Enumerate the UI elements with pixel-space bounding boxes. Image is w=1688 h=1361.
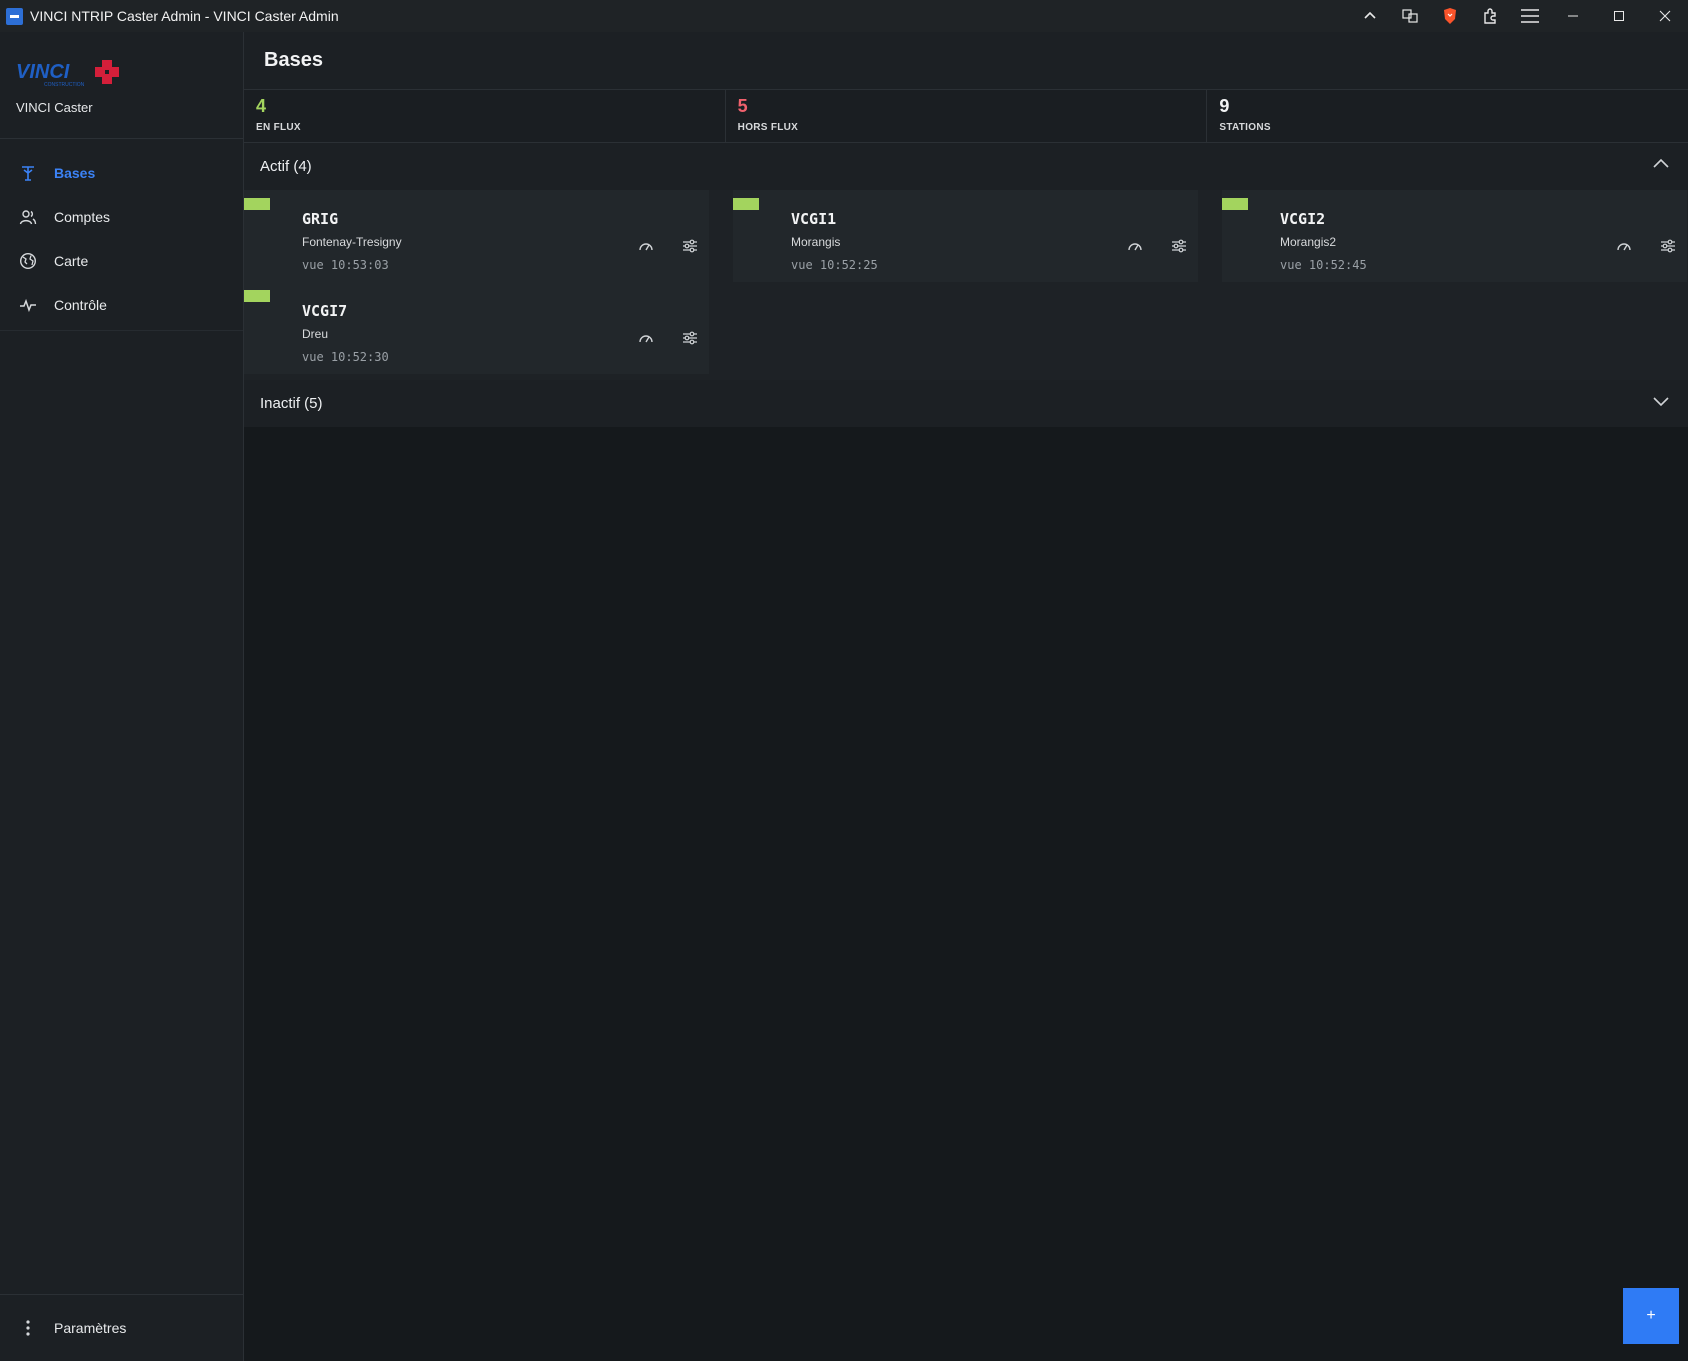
- tune-icon[interactable]: [1169, 236, 1189, 256]
- card-placeholder: [1222, 282, 1687, 374]
- brand: VINCI CONSTRUCTION VINCI Caster: [0, 32, 243, 139]
- sidebar-item-bases[interactable]: Bases: [0, 151, 243, 195]
- stats-bar: 4 EN FLUX 5 HORS FLUX 9 STATIONS: [244, 90, 1688, 143]
- sidebar-item-label: Carte: [54, 253, 89, 269]
- base-name: VCGI2: [1280, 210, 1326, 228]
- cards-row: GRIG Fontenay-Tresigny vue 10:53:03 VCGI…: [244, 190, 1688, 282]
- active-bases-list: GRIG Fontenay-Tresigny vue 10:53:03 VCGI…: [244, 190, 1688, 380]
- chevron-up-icon[interactable]: [1652, 155, 1670, 178]
- more-vertical-icon: [18, 1319, 38, 1337]
- main-content: Bases 4 EN FLUX 5 HORS FLUX 9 STATIONS A…: [244, 32, 1688, 1361]
- group-header-inactif[interactable]: Inactif (5): [244, 380, 1688, 427]
- gauge-icon[interactable]: [1125, 236, 1145, 256]
- sidebar-item-controle[interactable]: Contrôle: [0, 283, 243, 327]
- app-icon: [6, 7, 23, 25]
- sidebar-nav: Bases Comptes Carte Contrôle: [0, 139, 243, 327]
- gauge-icon[interactable]: [636, 236, 656, 256]
- menu-icon[interactable]: [1510, 0, 1550, 32]
- stat-en-flux: 4 EN FLUX: [244, 90, 726, 142]
- base-card[interactable]: GRIG Fontenay-Tresigny vue 10:53:03: [244, 190, 709, 282]
- base-card[interactable]: VCGI1 Morangis vue 10:52:25: [733, 190, 1198, 282]
- status-indicator: [244, 198, 270, 210]
- users-icon: [18, 207, 38, 227]
- base-location: Morangis2: [1280, 235, 1337, 249]
- card-placeholder: [733, 282, 1198, 374]
- stat-stations: 9 STATIONS: [1207, 90, 1688, 142]
- group-title: Actif (4): [260, 158, 312, 175]
- base-name: VCGI7: [302, 302, 348, 320]
- brave-shield-icon[interactable]: [1430, 0, 1470, 32]
- base-location: Morangis: [791, 235, 841, 249]
- base-last-seen: vue 10:52:30: [302, 350, 389, 364]
- tune-icon[interactable]: [680, 236, 700, 256]
- sidebar: VINCI CONSTRUCTION VINCI Caster Bases Co…: [0, 32, 244, 1361]
- extensions-icon[interactable]: [1470, 0, 1510, 32]
- page-header: Bases: [244, 32, 1688, 90]
- vinci-logo: VINCI CONSTRUCTION: [16, 58, 130, 93]
- sidebar-item-comptes[interactable]: Comptes: [0, 195, 243, 239]
- add-base-button[interactable]: +: [1623, 1288, 1679, 1344]
- base-last-seen: vue 10:52:25: [791, 258, 878, 272]
- base-card[interactable]: VCGI2 Morangis2 vue 10:52:45: [1222, 190, 1687, 282]
- cards-row: VCGI7 Dreu vue 10:52:30: [244, 282, 1688, 374]
- status-indicator: [244, 290, 270, 302]
- status-indicator: [733, 198, 759, 210]
- stat-label: HORS FLUX: [737, 122, 799, 133]
- tune-icon[interactable]: [680, 328, 700, 348]
- stat-hors-flux: 5 HORS FLUX: [726, 90, 1208, 142]
- close-icon[interactable]: [1642, 0, 1688, 32]
- gauge-icon[interactable]: [636, 328, 656, 348]
- sidebar-item-parametres[interactable]: Paramètres: [0, 1294, 243, 1361]
- base-location: Dreu: [302, 327, 329, 341]
- status-indicator: [1222, 198, 1248, 210]
- base-name: VCGI1: [791, 210, 837, 228]
- sidebar-item-label: Contrôle: [54, 297, 107, 313]
- nav-divider: [0, 330, 243, 331]
- globe-icon: [18, 251, 38, 271]
- stat-value: 4: [256, 96, 267, 116]
- stat-value: 5: [737, 96, 748, 116]
- sidebar-item-label: Paramètres: [54, 1320, 127, 1336]
- base-name: GRIG: [302, 210, 339, 228]
- stat-value: 9: [1219, 96, 1230, 116]
- gauge-icon[interactable]: [1614, 236, 1634, 256]
- base-card[interactable]: VCGI7 Dreu vue 10:52:30: [244, 282, 709, 374]
- antenna-icon: [18, 163, 38, 183]
- base-location: Fontenay-Tresigny: [302, 235, 402, 249]
- chevron-up-icon[interactable]: [1350, 0, 1390, 32]
- window-titlebar: VINCI NTRIP Caster Admin - VINCI Caster …: [0, 0, 1688, 32]
- brand-name: VINCI Caster: [16, 100, 93, 115]
- group-title: Inactif (5): [260, 395, 323, 412]
- chevron-down-icon[interactable]: [1652, 392, 1670, 415]
- window-title: VINCI NTRIP Caster Admin - VINCI Caster …: [30, 8, 339, 24]
- base-last-seen: vue 10:53:03: [302, 258, 389, 272]
- activity-icon: [18, 295, 38, 315]
- group-header-actif[interactable]: Actif (4): [244, 143, 1688, 190]
- sidebar-item-label: Comptes: [54, 209, 111, 225]
- page-title: Bases: [264, 49, 323, 71]
- tune-icon[interactable]: [1658, 236, 1678, 256]
- maximize-icon[interactable]: [1596, 0, 1642, 32]
- sidebar-item-label: Bases: [54, 165, 96, 181]
- titlebar-controls: [1350, 0, 1688, 32]
- svg-text:CONSTRUCTION: CONSTRUCTION: [44, 82, 85, 88]
- sidebar-item-carte[interactable]: Carte: [0, 239, 243, 283]
- stat-label: STATIONS: [1219, 122, 1271, 133]
- minimize-icon[interactable]: [1550, 0, 1596, 32]
- stat-label: EN FLUX: [256, 122, 301, 133]
- translate-icon[interactable]: [1390, 0, 1430, 32]
- svg-text:VINCI: VINCI: [16, 61, 70, 83]
- base-last-seen: vue 10:52:45: [1280, 258, 1367, 272]
